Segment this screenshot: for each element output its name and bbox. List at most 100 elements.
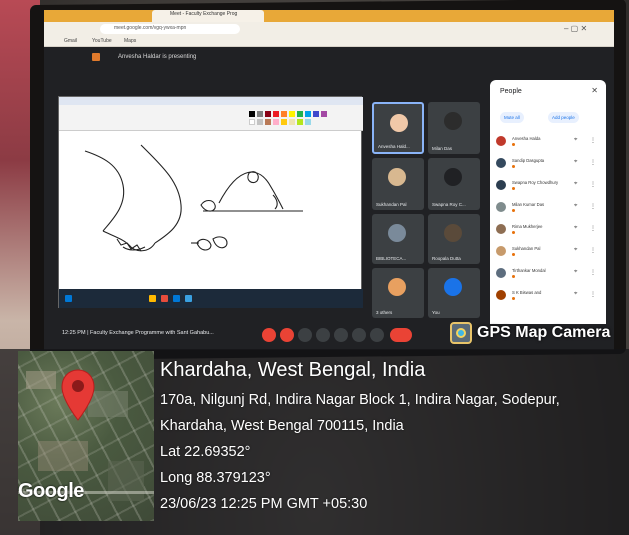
shared-screen [58, 96, 363, 308]
bookmark-maps[interactable]: Maps [124, 38, 136, 44]
color-swatch[interactable] [281, 119, 287, 125]
more-vert-icon[interactable]: ⋮ [590, 137, 596, 144]
participant-tile[interactable]: Milan Das [428, 102, 480, 154]
people-row[interactable]: Tirthankar Mondal ⌖ ⋮ [496, 266, 600, 282]
participant-tile[interactable]: You [428, 268, 480, 318]
start-icon[interactable] [65, 295, 72, 302]
participant-name: You [432, 310, 440, 315]
people-row-name: Rima Mukherjee [512, 224, 543, 229]
people-row[interactable]: Sandip Dasgupta ⌖ ⋮ [496, 156, 600, 172]
emoji-button[interactable] [316, 328, 330, 342]
participant-tile[interactable]: 3 others [372, 268, 424, 318]
more-vert-icon[interactable]: ⋮ [590, 247, 596, 254]
window-controls[interactable]: – ▢ ✕ [564, 24, 587, 33]
pin-icon[interactable]: ⌖ [574, 225, 577, 232]
people-row-name: Tirthankar Mondal [512, 268, 546, 273]
people-row[interactable]: Sukhandan Pal ⌖ ⋮ [496, 244, 600, 260]
people-row[interactable]: Anvesha Halda ⌖ ⋮ [496, 134, 600, 150]
more-vert-icon[interactable]: ⋮ [590, 159, 596, 166]
chrome-tab-strip [44, 10, 614, 22]
more-vert-icon[interactable]: ⋮ [590, 203, 596, 210]
more-vert-icon[interactable]: ⋮ [590, 269, 596, 276]
participant-name: BIBLIOTECA... [376, 256, 407, 261]
participant-tile[interactable]: BIBLIOTECA... [372, 214, 424, 264]
folder-icon[interactable] [149, 295, 156, 302]
pin-icon[interactable]: ⌖ [574, 269, 577, 276]
camera-off-button[interactable] [280, 328, 294, 342]
color-swatch[interactable] [305, 111, 311, 117]
add-people-button[interactable]: Add people [548, 112, 579, 123]
timestamp: 23/06/23 12:25 PM GMT +05:30 [160, 496, 368, 512]
avatar [444, 168, 462, 186]
status-dot [512, 143, 515, 146]
color-swatch[interactable] [313, 111, 319, 117]
avatar [496, 290, 506, 300]
drawing-canvas[interactable] [63, 135, 359, 291]
color-swatch[interactable] [257, 119, 263, 125]
participant-tile[interactable]: Sukhandan Pal [372, 158, 424, 210]
pin-icon[interactable]: ⌖ [574, 159, 577, 166]
close-icon[interactable]: ✕ [591, 86, 598, 95]
people-row[interactable]: Swapna Roy Chowdhury ⌖ ⋮ [496, 178, 600, 194]
color-swatch[interactable] [265, 119, 271, 125]
pin-icon[interactable]: ⌖ [574, 203, 577, 210]
color-swatch[interactable] [249, 111, 255, 117]
color-swatch[interactable] [273, 119, 279, 125]
windows-taskbar [59, 289, 363, 308]
color-swatch[interactable] [265, 111, 271, 117]
chrome-icon[interactable] [161, 295, 168, 302]
pin-icon[interactable]: ⌖ [574, 181, 577, 188]
people-row[interactable]: Milan Kumar Das ⌖ ⋮ [496, 200, 600, 216]
people-row-name: Milan Kumar Das [512, 202, 545, 207]
color-swatch[interactable] [273, 111, 279, 117]
people-row-name: Swapna Roy Chowdhury [512, 180, 559, 185]
participant-tile[interactable]: Roopala Dutta [428, 214, 480, 264]
laptop-screen: Meet - Faculty Exchange Prog meet.google… [44, 10, 614, 350]
bookmark-youtube[interactable]: YouTube [92, 38, 112, 44]
color-swatch[interactable] [257, 111, 263, 117]
more-vert-icon[interactable]: ⋮ [590, 291, 596, 298]
avatar [496, 268, 506, 278]
color-swatch[interactable] [289, 111, 295, 117]
avatar [444, 224, 462, 242]
end-call-button[interactable] [390, 328, 412, 342]
color-swatch[interactable] [305, 119, 311, 125]
pin-icon[interactable]: ⌖ [574, 291, 577, 298]
status-dot [512, 253, 515, 256]
people-row[interactable]: Rima Mukherjee ⌖ ⋮ [496, 222, 600, 238]
captions-button[interactable] [298, 328, 312, 342]
participant-name: Milan Das [432, 146, 453, 151]
mic-off-button[interactable] [262, 328, 276, 342]
location-title: Khardaha, West Bengal, India [160, 359, 426, 381]
color-swatch[interactable] [321, 111, 327, 117]
more-options-button[interactable] [370, 328, 384, 342]
address-bar-url: meet.google.com/vgq-ywxa-mpn [114, 25, 187, 31]
status-dot [512, 165, 515, 168]
present-button[interactable] [334, 328, 348, 342]
more-vert-icon[interactable]: ⋮ [590, 225, 596, 232]
people-row-name: Sandip Dasgupta [512, 158, 545, 163]
participant-tile[interactable]: Swapna Roy C... [428, 158, 480, 210]
color-swatch[interactable] [249, 119, 255, 125]
status-dot [512, 231, 515, 234]
people-row[interactable]: S K Biswas and ⌖ ⋮ [496, 288, 600, 304]
color-swatch[interactable] [297, 111, 303, 117]
latitude: Lat 22.69352° [160, 444, 251, 460]
participant-tile[interactable]: Anvesha Hald... [372, 102, 424, 154]
pin-icon[interactable]: ⌖ [574, 247, 577, 254]
bookmark-gmail[interactable]: Gmail [64, 38, 77, 44]
avatar [496, 246, 506, 256]
color-swatch[interactable] [281, 111, 287, 117]
edge-icon[interactable] [173, 295, 180, 302]
meeting-info: 12:25 PM | Faculty Exchange Programme wi… [62, 330, 214, 336]
paint-icon[interactable] [185, 295, 192, 302]
more-vert-icon[interactable]: ⋮ [590, 181, 596, 188]
raise-hand-button[interactable] [352, 328, 366, 342]
pin-icon[interactable]: ⌖ [574, 137, 577, 144]
gps-app-label: GPS Map Camera [450, 319, 610, 347]
avatar [496, 202, 506, 212]
color-swatch[interactable] [289, 119, 295, 125]
mute-all-button[interactable]: Mute all [500, 112, 524, 123]
avatar [496, 158, 506, 168]
color-swatch[interactable] [297, 119, 303, 125]
